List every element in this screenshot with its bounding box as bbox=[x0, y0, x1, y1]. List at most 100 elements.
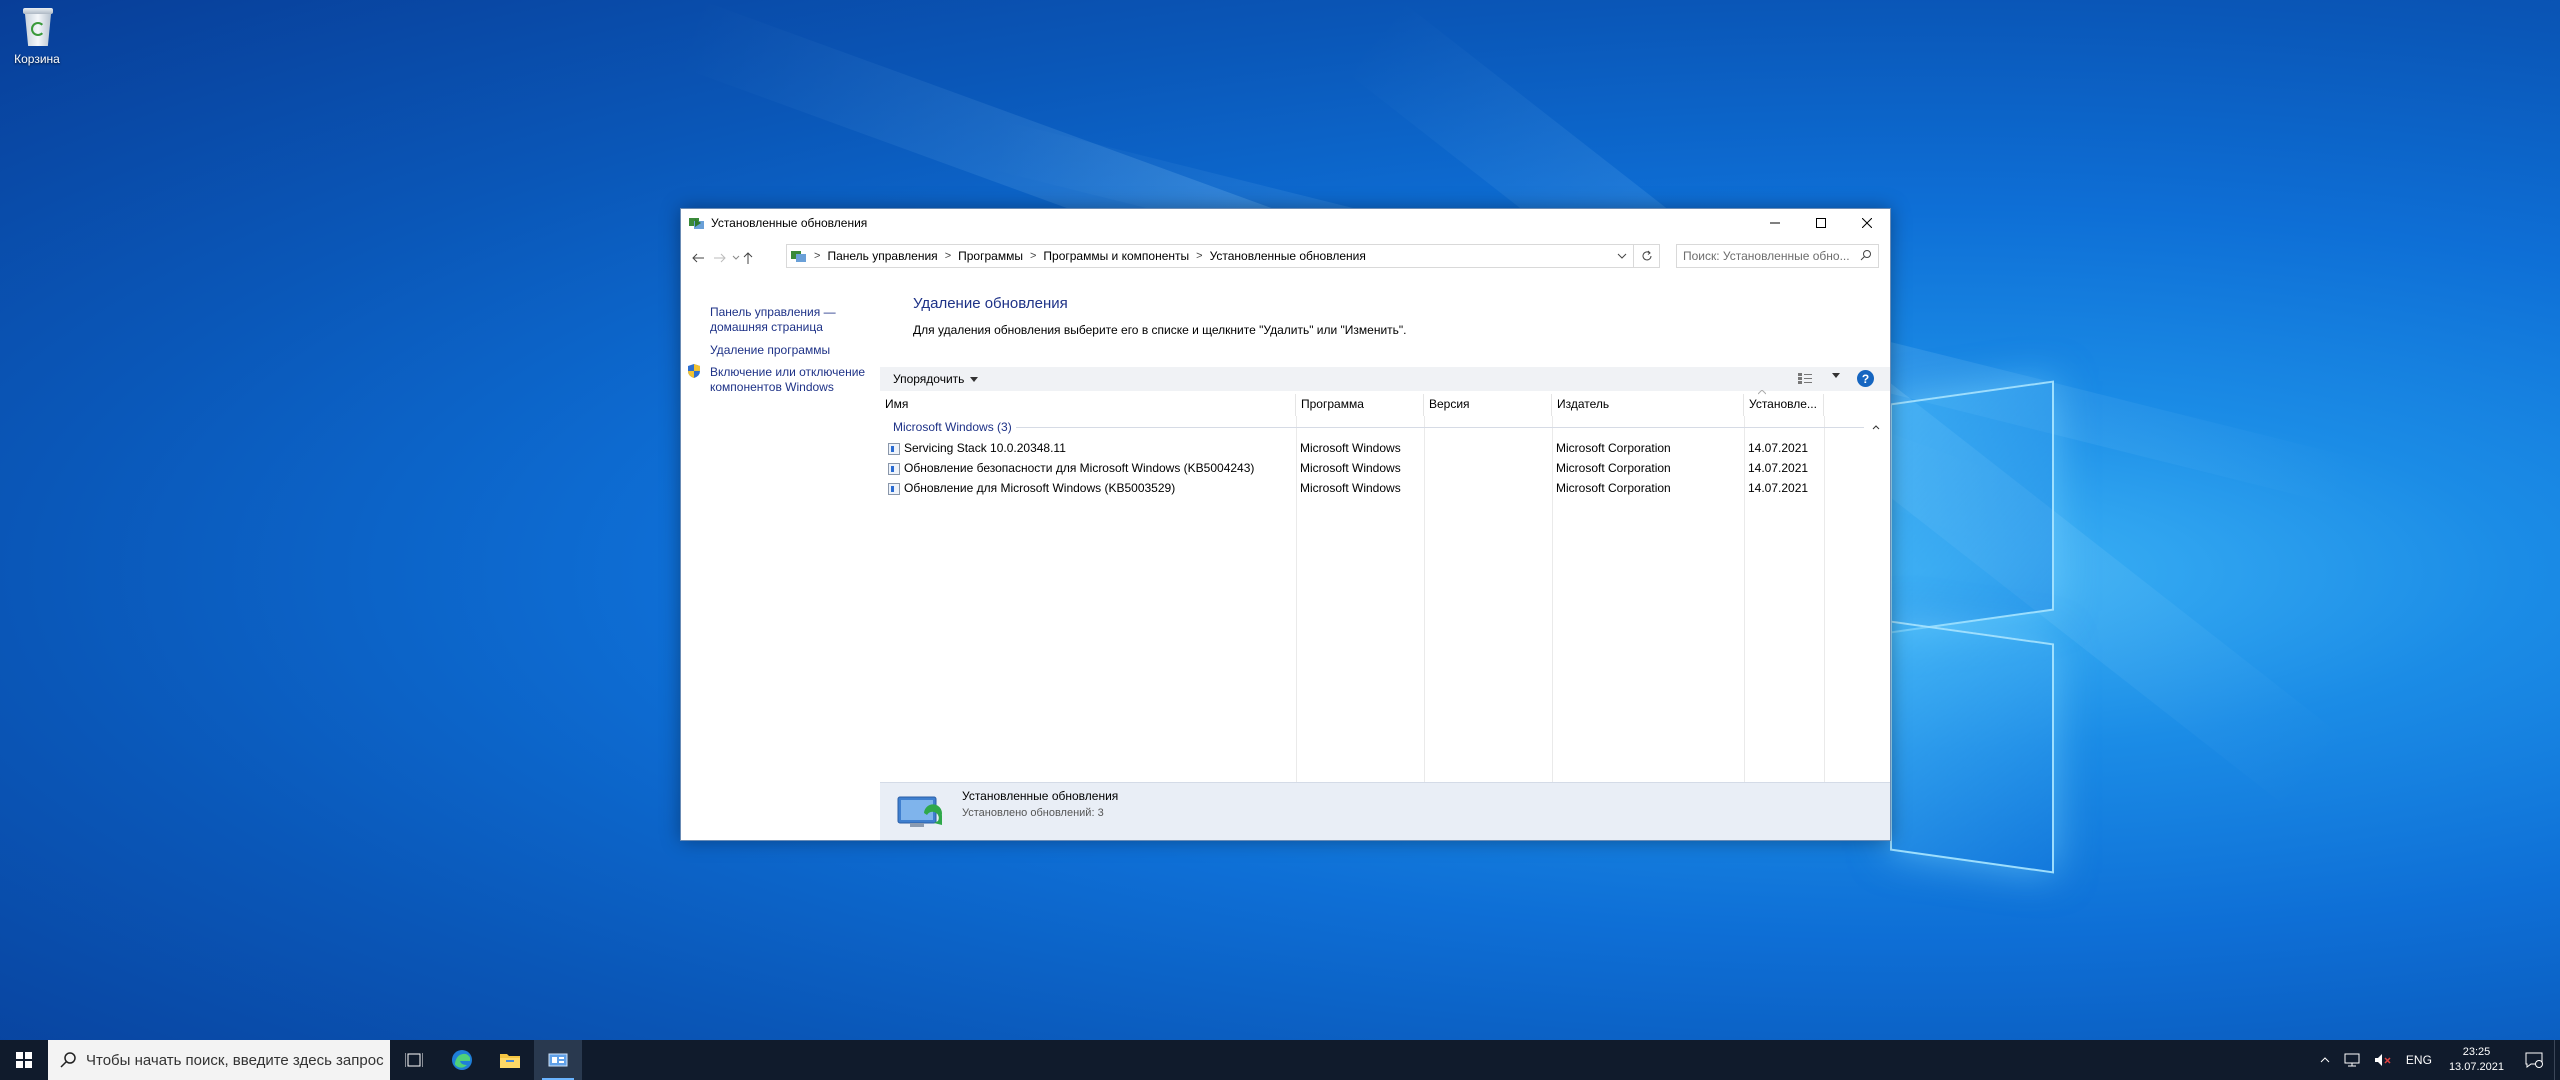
taskbar-search[interactable] bbox=[48, 1040, 390, 1080]
breadcrumb-programs[interactable]: Программы > bbox=[958, 249, 1043, 263]
action-center-button[interactable] bbox=[2514, 1040, 2554, 1080]
taskbar-search-input[interactable] bbox=[86, 1051, 386, 1069]
system-tray: ENG 23:25 13.07.2021 bbox=[2313, 1040, 2560, 1080]
maximize-icon bbox=[1816, 218, 1826, 228]
taskbar-file-explorer[interactable] bbox=[486, 1040, 534, 1080]
network-icon bbox=[2344, 1053, 2360, 1067]
chevron-down-icon bbox=[1617, 253, 1627, 259]
title-bar[interactable]: Установленные обновления bbox=[681, 209, 1890, 237]
desktop-icon-recycle-bin[interactable]: Корзина bbox=[8, 6, 66, 66]
minimize-button[interactable] bbox=[1752, 209, 1798, 237]
close-button[interactable] bbox=[1844, 209, 1890, 237]
table-row[interactable]: Обновление безопасности для Microsoft Wi… bbox=[880, 459, 1890, 479]
maximize-button[interactable] bbox=[1798, 209, 1844, 237]
column-headers: Имя Программа Версия Издатель Установле.… bbox=[880, 390, 1890, 416]
refresh-button[interactable] bbox=[1634, 244, 1660, 268]
show-desktop-button[interactable] bbox=[2554, 1040, 2560, 1080]
shield-icon bbox=[688, 364, 700, 378]
volume-button[interactable] bbox=[2367, 1040, 2399, 1080]
column-header-publisher[interactable]: Издатель bbox=[1552, 394, 1744, 416]
control-panel-home-link[interactable]: Панель управления — домашняя страница bbox=[710, 305, 836, 335]
organize-label: Упорядочить bbox=[893, 372, 965, 386]
back-button[interactable] bbox=[689, 249, 707, 267]
update-icon bbox=[888, 443, 900, 455]
chevron-up-icon bbox=[2320, 1057, 2330, 1063]
cell-installed: 14.07.2021 bbox=[1748, 441, 1809, 455]
refresh-icon bbox=[1642, 250, 1651, 261]
update-icon bbox=[888, 463, 900, 475]
breadcrumb-installed-updates[interactable]: Установленные обновления bbox=[1210, 249, 1366, 263]
cell-installed: 14.07.2021 bbox=[1748, 481, 1809, 495]
cell-program: Microsoft Windows bbox=[1300, 461, 1401, 475]
details-title: Установленные обновления bbox=[962, 789, 1119, 803]
address-dropdown-button[interactable] bbox=[1611, 245, 1633, 267]
search-icon bbox=[60, 1052, 76, 1068]
link-text: Включение или отключение bbox=[710, 365, 866, 379]
arrow-right-icon bbox=[714, 253, 726, 263]
link-text: Панель управления — bbox=[710, 305, 836, 319]
control-panel-icon bbox=[791, 251, 806, 262]
cell-program: Microsoft Windows bbox=[1300, 441, 1401, 455]
breadcrumb-control-panel[interactable]: Панель управления > bbox=[827, 249, 958, 263]
cell-name: Обновление безопасности для Microsoft Wi… bbox=[904, 461, 1255, 475]
control-panel-icon bbox=[548, 1053, 568, 1067]
table-row[interactable]: Servicing Stack 10.0.20348.11 Microsoft … bbox=[880, 439, 1890, 459]
help-button[interactable]: ? bbox=[1857, 370, 1874, 387]
table-row[interactable]: Обновление для Microsoft Windows (KB5003… bbox=[880, 479, 1890, 499]
cell-installed: 14.07.2021 bbox=[1748, 461, 1809, 475]
up-button[interactable] bbox=[739, 249, 757, 267]
windows-features-link[interactable]: Включение или отключение компонентов Win… bbox=[710, 365, 865, 395]
taskbar-control-panel[interactable] bbox=[534, 1040, 582, 1080]
installed-updates-icon bbox=[897, 796, 942, 827]
main-content: Удаление обновления Для удаления обновле… bbox=[880, 277, 1890, 840]
column-header-version[interactable]: Версия bbox=[1424, 394, 1552, 416]
cell-publisher: Microsoft Corporation bbox=[1556, 481, 1671, 495]
caret-down-icon[interactable] bbox=[1832, 373, 1840, 378]
task-view-icon bbox=[405, 1053, 423, 1067]
group-name: Microsoft Windows (3) bbox=[893, 420, 1012, 434]
clock-date: 13.07.2021 bbox=[2448, 1061, 2504, 1073]
window-title: Установленные обновления bbox=[711, 216, 868, 230]
cell-program: Microsoft Windows bbox=[1300, 481, 1401, 495]
breadcrumb-label: Программы и компоненты bbox=[1043, 249, 1190, 263]
sort-indicator-icon bbox=[1758, 390, 1766, 395]
uninstall-program-link[interactable]: Удаление программы bbox=[710, 343, 830, 358]
clock-time: 23:25 bbox=[2462, 1046, 2491, 1058]
show-hidden-icons-button[interactable] bbox=[2313, 1040, 2337, 1080]
group-header[interactable]: Microsoft Windows (3) bbox=[893, 420, 1880, 434]
breadcrumb-programs-features[interactable]: Программы и компоненты > bbox=[1043, 249, 1209, 263]
arrow-left-icon bbox=[692, 253, 704, 263]
installed-updates-window: Установленные обновления > Панель управл… bbox=[680, 208, 1891, 841]
input-language-button[interactable]: ENG bbox=[2399, 1040, 2439, 1080]
view-options-icon[interactable] bbox=[1798, 372, 1814, 384]
search-box[interactable] bbox=[1676, 244, 1879, 268]
breadcrumb-label: Панель управления bbox=[827, 249, 938, 263]
windows-logo-icon bbox=[16, 1052, 32, 1068]
taskbar: ENG 23:25 13.07.2021 bbox=[0, 1040, 2560, 1080]
taskbar-edge[interactable] bbox=[438, 1040, 486, 1080]
details-pane: Установленные обновления Установлено обн… bbox=[880, 782, 1890, 840]
column-header-name[interactable]: Имя bbox=[880, 394, 1296, 416]
cell-name: Servicing Stack 10.0.20348.11 bbox=[904, 441, 1066, 455]
network-button[interactable] bbox=[2337, 1040, 2367, 1080]
caret-down-icon bbox=[970, 376, 979, 382]
column-header-program[interactable]: Программа bbox=[1296, 394, 1424, 416]
cell-publisher: Microsoft Corporation bbox=[1556, 461, 1671, 475]
minimize-icon bbox=[1770, 222, 1780, 224]
task-view-button[interactable] bbox=[390, 1040, 438, 1080]
address-bar[interactable]: > Панель управления > Программы > Программ… bbox=[786, 244, 1634, 268]
recycle-bin-icon bbox=[19, 6, 55, 48]
organize-button[interactable]: Упорядочить bbox=[893, 372, 979, 386]
task-pane: Панель управления — домашняя страница Уд… bbox=[681, 277, 880, 840]
windows-logo-pane bbox=[1890, 380, 2054, 634]
link-text: домашняя страница bbox=[710, 320, 823, 334]
link-text: Удаление программы bbox=[710, 343, 831, 357]
update-icon bbox=[888, 483, 900, 495]
chevron-up-icon[interactable] bbox=[1872, 424, 1880, 430]
column-header-installed[interactable]: Установле... bbox=[1744, 394, 1824, 416]
search-input[interactable] bbox=[1683, 249, 1853, 263]
start-button[interactable] bbox=[0, 1040, 48, 1080]
clock[interactable]: 23:25 13.07.2021 bbox=[2439, 1045, 2514, 1075]
control-panel-icon bbox=[689, 218, 704, 229]
details-count: Установлено обновлений: 3 bbox=[962, 807, 1104, 819]
